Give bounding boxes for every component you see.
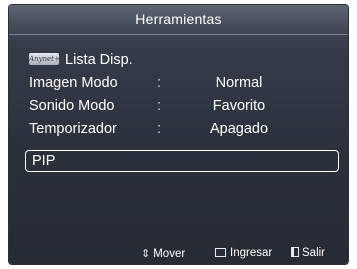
tools-menu-panel: Herramientas Anynet+ Lista Disp. Imagen M… bbox=[9, 5, 348, 264]
menu-item-pip[interactable]: PIP bbox=[25, 150, 339, 172]
exit-hint: Salir bbox=[291, 247, 325, 259]
move-hint: ⇕ Mover bbox=[141, 248, 186, 260]
menu-item-value: Favorito bbox=[212, 98, 266, 114]
key-guide: ⇕ Mover Ingresar Salir bbox=[9, 244, 348, 264]
separator: : bbox=[157, 121, 162, 137]
menu-item-label: Sonido Modo bbox=[29, 98, 115, 114]
exit-icon bbox=[291, 247, 299, 257]
enter-icon bbox=[215, 248, 226, 257]
menu-item-value: Apagado bbox=[209, 121, 269, 137]
menu-item-label: Temporizador bbox=[29, 121, 117, 137]
up-down-arrows-icon: ⇕ bbox=[141, 248, 151, 260]
menu-item-label: Lista Disp. bbox=[65, 52, 133, 68]
menu-title: Herramientas bbox=[9, 5, 348, 35]
enter-hint: Ingresar bbox=[215, 247, 272, 259]
menu-item-label: PIP bbox=[32, 153, 56, 169]
menu-item-value: Normal bbox=[215, 75, 263, 91]
anynet-icon: Anynet+ bbox=[29, 52, 60, 65]
separator: : bbox=[157, 75, 162, 91]
menu-item-label: Imagen Modo bbox=[29, 75, 118, 91]
separator: : bbox=[157, 98, 162, 114]
